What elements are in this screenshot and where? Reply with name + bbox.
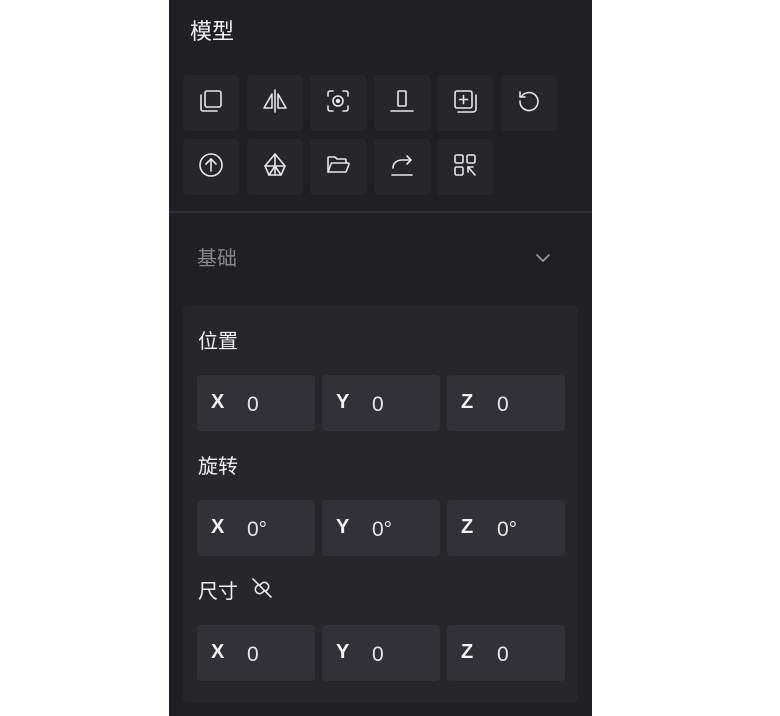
rotation-row: X 0° Y 0° Z 0° bbox=[197, 500, 565, 556]
rotation-y-value: 0° bbox=[372, 518, 393, 541]
size-x-value: 0 bbox=[247, 643, 259, 666]
size-y-value: 0 bbox=[372, 643, 384, 666]
mirror-button[interactable] bbox=[247, 75, 303, 131]
unlink-icon[interactable] bbox=[249, 575, 275, 601]
mirror-icon bbox=[261, 87, 289, 119]
lay-flat-icon bbox=[261, 151, 289, 183]
position-label: 位置 bbox=[198, 329, 238, 353]
axis-label: Z bbox=[461, 391, 474, 413]
upload-button[interactable] bbox=[183, 139, 239, 195]
rotation-label: 旋转 bbox=[198, 454, 238, 478]
arrange-icon bbox=[451, 151, 479, 183]
divider bbox=[169, 211, 592, 213]
section-header-basic[interactable]: 基础 bbox=[169, 236, 592, 280]
rotation-x-field[interactable]: X 0° bbox=[197, 500, 315, 556]
position-x-field[interactable]: X 0 bbox=[197, 375, 315, 431]
align-bottom-button[interactable] bbox=[374, 75, 430, 131]
position-y-value: 0 bbox=[372, 393, 384, 416]
size-label: 尺寸 bbox=[198, 579, 238, 603]
axis-label: X bbox=[211, 516, 225, 538]
align-bottom-icon bbox=[388, 87, 416, 119]
position-y-field[interactable]: Y 0 bbox=[322, 375, 440, 431]
arrange-button[interactable] bbox=[437, 139, 493, 195]
axis-label: X bbox=[211, 391, 225, 413]
rotation-z-field[interactable]: Z 0° bbox=[447, 500, 565, 556]
export-button[interactable] bbox=[374, 139, 430, 195]
size-y-field[interactable]: Y 0 bbox=[322, 625, 440, 681]
axis-label: Y bbox=[336, 641, 350, 663]
rotation-z-value: 0° bbox=[497, 518, 518, 541]
rotation-x-value: 0° bbox=[247, 518, 268, 541]
transform-card: 位置 X 0 Y 0 Z 0 旋转 X 0° Y 0° Z 0° 尺寸 X 0 … bbox=[183, 306, 578, 702]
rotate-reset-icon bbox=[515, 87, 543, 119]
duplicate-button[interactable] bbox=[183, 75, 239, 131]
open-folder-icon bbox=[324, 151, 352, 183]
focus-icon bbox=[324, 87, 352, 119]
position-z-field[interactable]: Z 0 bbox=[447, 375, 565, 431]
panel-title: 模型 bbox=[190, 20, 235, 45]
model-panel: 模型 基础 位置 X 0 Y 0 Z 0 旋转 X 0° Y 0° Z 0° 尺… bbox=[169, 0, 592, 716]
position-x-value: 0 bbox=[247, 393, 259, 416]
size-z-value: 0 bbox=[497, 643, 509, 666]
add-copy-button[interactable] bbox=[437, 75, 493, 131]
axis-label: Y bbox=[336, 516, 350, 538]
open-folder-button[interactable] bbox=[310, 139, 366, 195]
size-x-field[interactable]: X 0 bbox=[197, 625, 315, 681]
focus-button[interactable] bbox=[310, 75, 366, 131]
axis-label: Z bbox=[461, 641, 474, 663]
upload-icon bbox=[197, 151, 225, 183]
lay-flat-button[interactable] bbox=[247, 139, 303, 195]
rotate-reset-button[interactable] bbox=[501, 75, 557, 131]
export-icon bbox=[388, 151, 416, 183]
axis-label: Z bbox=[461, 516, 474, 538]
axis-label: Y bbox=[336, 391, 350, 413]
rotation-y-field[interactable]: Y 0° bbox=[322, 500, 440, 556]
position-row: X 0 Y 0 Z 0 bbox=[197, 375, 565, 431]
axis-label: X bbox=[211, 641, 225, 663]
position-z-value: 0 bbox=[497, 393, 509, 416]
size-row: X 0 Y 0 Z 0 bbox=[197, 625, 565, 681]
chevron-down-icon bbox=[533, 248, 553, 268]
section-title: 基础 bbox=[197, 246, 237, 270]
size-z-field[interactable]: Z 0 bbox=[447, 625, 565, 681]
add-copy-icon bbox=[451, 87, 479, 119]
duplicate-icon bbox=[197, 87, 225, 119]
